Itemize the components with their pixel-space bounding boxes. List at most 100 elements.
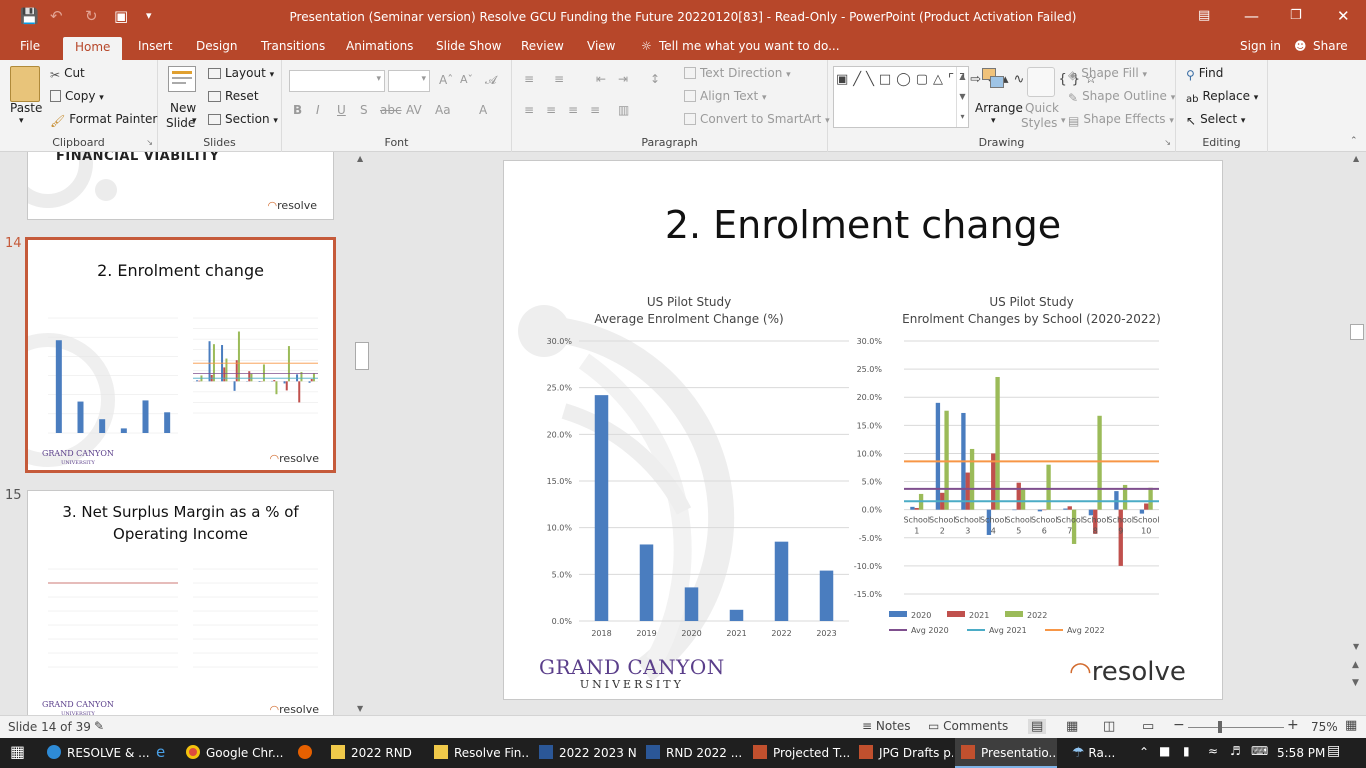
arrange-icon[interactable] bbox=[980, 66, 1008, 96]
shape-effects-button[interactable]: ▤ Shape Effects ▾ bbox=[1068, 112, 1174, 128]
new-slide-button-line2[interactable]: Slide bbox=[166, 116, 195, 130]
bullets-icon[interactable]: ≡ bbox=[524, 72, 534, 86]
slide-scrollbar-thumb[interactable] bbox=[1350, 324, 1364, 340]
zoom-in-icon[interactable]: + bbox=[1287, 717, 1299, 733]
new-slide-dropdown-icon[interactable]: ▾ bbox=[192, 116, 197, 126]
sign-in-link[interactable]: Sign in bbox=[1240, 39, 1281, 53]
taskbar-item-ppt-presentation[interactable]: Presentatio... bbox=[955, 738, 1057, 768]
tab-insert[interactable]: Insert bbox=[138, 39, 172, 53]
next-slide-icon[interactable]: ▼ bbox=[1352, 678, 1359, 688]
decrease-indent-icon[interactable]: ⇤ bbox=[596, 72, 606, 86]
arrange-dropdown-icon[interactable]: ▾ bbox=[991, 116, 996, 126]
paste-button[interactable]: Paste bbox=[10, 101, 42, 115]
slide-thumbnail-14[interactable]: 2. Enrolment change GRAND CANYON UNIVERSI… bbox=[25, 237, 336, 473]
scroll-up-icon[interactable]: ▲ bbox=[1353, 154, 1359, 163]
change-case-icon[interactable]: Aa bbox=[435, 103, 451, 117]
quick-styles-icon[interactable] bbox=[1027, 67, 1055, 97]
share-button[interactable]: Share bbox=[1313, 39, 1348, 53]
volume-icon[interactable]: ♬ bbox=[1230, 744, 1241, 758]
windows-start-icon[interactable]: ▦ bbox=[0, 738, 40, 768]
slide-scrollbar[interactable]: ▲ ▼ ▲ ▼ bbox=[1349, 152, 1366, 715]
taskbar-item-ppt-jpg[interactable]: JPG Drafts p... bbox=[853, 738, 953, 768]
replace-button[interactable]: ab Replace ▾ bbox=[1186, 89, 1258, 108]
spell-check-icon[interactable]: ✎ bbox=[94, 719, 104, 733]
quick-styles-button-line2[interactable]: Styles bbox=[1021, 116, 1057, 130]
underline-icon[interactable]: U bbox=[337, 103, 346, 117]
zoom-level[interactable]: 75% bbox=[1311, 720, 1338, 734]
slide-canvas[interactable]: 2. Enrolment change US Pilot Study Averag… bbox=[503, 160, 1223, 700]
align-center-icon[interactable]: ≡ bbox=[546, 103, 556, 117]
select-button[interactable]: ↖ Select ▾ bbox=[1186, 112, 1245, 128]
increase-indent-icon[interactable]: ⇥ bbox=[618, 72, 628, 86]
strikethrough-icon[interactable]: abc bbox=[380, 103, 402, 117]
quick-styles-dropdown-icon[interactable]: ▾ bbox=[1061, 116, 1066, 126]
scroll-down-icon[interactable]: ▼ bbox=[1353, 642, 1359, 651]
weather-widget[interactable]: ☂ Ra... bbox=[1068, 738, 1134, 768]
layout-button[interactable]: Layout ▾ bbox=[208, 66, 274, 80]
notes-button[interactable]: ≡ Notes bbox=[862, 719, 911, 733]
network-folder-icon[interactable]: ■ bbox=[1159, 744, 1170, 758]
text-direction-button[interactable]: Text Direction ▾ bbox=[684, 66, 791, 80]
shadow-icon[interactable]: S bbox=[360, 103, 368, 117]
reading-view-icon[interactable]: ◫ bbox=[1103, 719, 1115, 734]
tab-slide-show[interactable]: Slide Show bbox=[436, 39, 501, 53]
minimize-button[interactable]: — bbox=[1244, 6, 1259, 26]
collapse-ribbon-icon[interactable]: ⌃ bbox=[1350, 136, 1358, 146]
comments-button[interactable]: ▭ Comments bbox=[928, 719, 1008, 733]
taskbar-item-ppt-projected[interactable]: Projected T... bbox=[747, 738, 851, 768]
arrange-button[interactable]: Arrange bbox=[975, 101, 1023, 115]
cut-button[interactable]: ✂ Cut bbox=[50, 66, 85, 82]
bold-icon[interactable]: B bbox=[293, 103, 302, 117]
paste-icon[interactable] bbox=[10, 66, 40, 102]
zoom-slider[interactable] bbox=[1188, 727, 1284, 728]
align-right-icon[interactable]: ≡ bbox=[568, 103, 578, 117]
zoom-out-icon[interactable]: − bbox=[1173, 717, 1185, 733]
battery-icon[interactable]: ▮ bbox=[1183, 744, 1190, 758]
columns-icon[interactable]: ▥ bbox=[618, 103, 629, 117]
shape-outline-button[interactable]: ✎ Shape Outline ▾ bbox=[1068, 89, 1175, 105]
grow-font-icon[interactable]: Aˆ bbox=[439, 73, 453, 87]
numbering-icon[interactable]: ≡ bbox=[554, 72, 564, 86]
tab-file[interactable]: File bbox=[20, 39, 40, 53]
font-name-combobox[interactable]: ▾ bbox=[289, 70, 385, 92]
tab-transitions[interactable]: Transitions bbox=[261, 39, 325, 53]
clear-formatting-icon[interactable]: 𝓐 bbox=[485, 73, 497, 88]
justify-icon[interactable]: ≡ bbox=[590, 103, 600, 117]
shape-fill-button[interactable]: ◈ Shape Fill ▾ bbox=[1068, 66, 1147, 82]
normal-view-icon[interactable]: ▤ bbox=[1028, 719, 1047, 734]
font-size-combobox[interactable]: ▾ bbox=[388, 70, 430, 92]
zoom-slider-thumb[interactable] bbox=[1218, 721, 1222, 733]
italic-icon[interactable]: I bbox=[316, 103, 320, 117]
taskbar-item-edge-resolve[interactable]: RESOLVE & ... bbox=[41, 738, 149, 768]
format-painter-button[interactable]: 🖌 Format Painter bbox=[50, 112, 157, 128]
find-button[interactable]: ⚲ Find bbox=[1186, 66, 1223, 82]
ribbon-display-options-icon[interactable]: ▤ bbox=[1198, 6, 1210, 26]
shrink-font-icon[interactable]: Aˇ bbox=[460, 73, 473, 86]
align-text-button[interactable]: Align Text ▾ bbox=[684, 89, 767, 103]
tab-design[interactable]: Design bbox=[196, 39, 237, 53]
taskbar-item-chrome[interactable]: Google Chr... bbox=[180, 738, 288, 768]
previous-slide-icon[interactable]: ▲ bbox=[1352, 660, 1359, 670]
align-left-icon[interactable]: ≡ bbox=[524, 103, 534, 117]
drawing-launcher-icon[interactable]: ↘ bbox=[1164, 138, 1171, 147]
taskbar-item-folder-2022-rnd[interactable]: 2022 RND bbox=[325, 738, 425, 768]
internet-explorer-icon[interactable]: e bbox=[150, 738, 178, 768]
character-spacing-icon[interactable]: AV bbox=[406, 103, 422, 117]
shapes-gallery[interactable]: ▣╱╲□◯▢△⌜⌝⇨⇩▴∿∩∪{}☆ ▲ ▼ ▾ bbox=[833, 66, 1097, 128]
slide-sorter-icon[interactable]: ▦ bbox=[1066, 719, 1078, 734]
tab-review[interactable]: Review bbox=[521, 39, 564, 53]
taskbar-item-folder-resolve-fin[interactable]: Resolve Fin... bbox=[428, 738, 530, 768]
show-hidden-icons-icon[interactable]: ⌃ bbox=[1139, 745, 1149, 759]
font-color-icon[interactable]: A bbox=[479, 103, 487, 117]
taskbar-item-word-rnd[interactable]: RND 2022 ... bbox=[640, 738, 744, 768]
notifications-icon[interactable]: ▤ bbox=[1327, 743, 1340, 759]
convert-smartart-button[interactable]: Convert to SmartArt ▾ bbox=[684, 112, 830, 126]
firefox-icon[interactable] bbox=[290, 738, 322, 768]
tab-home[interactable]: Home bbox=[63, 37, 123, 60]
slide-thumbnail-13[interactable]: FINANCIAL VIABILITY ◠resolve bbox=[27, 152, 334, 220]
section-button[interactable]: Section ▾ bbox=[208, 112, 278, 126]
scroll-down-icon[interactable]: ▼ bbox=[357, 704, 363, 713]
language-icon[interactable]: ⌨ bbox=[1251, 744, 1268, 758]
slide-show-icon[interactable]: ▭ bbox=[1142, 719, 1154, 734]
quick-styles-button[interactable]: Quick bbox=[1025, 101, 1059, 115]
